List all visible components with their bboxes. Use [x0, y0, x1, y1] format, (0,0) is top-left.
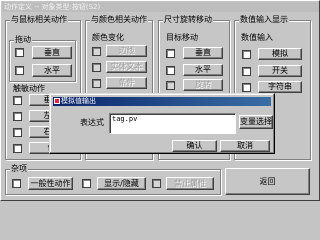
dialog-titlebar: 模拟值输出 — [53, 97, 271, 106]
expression-input[interactable]: tag.pv — [109, 113, 236, 134]
misc-group: 杂项 一般性动作 显示/隐藏 禁止属性 — [5, 164, 221, 195]
analog-checkbox[interactable] — [242, 50, 251, 59]
size-group-title: 尺寸旋转移动 — [163, 15, 213, 25]
rotate-button[interactable]: 旋转 — [183, 79, 223, 91]
action-definition-window: 动作定义 -- 对象类型:按钮(S2) 与鼠标相关动作 拖动 垂直 水平 触敏动… — [0, 0, 320, 201]
color-group-title: 与颜色相关动作 — [90, 15, 148, 25]
expression-label: 表达式 — [80, 118, 104, 127]
color-1-checkbox[interactable] — [92, 47, 101, 56]
color-2-checkbox[interactable] — [92, 63, 101, 72]
analog-button[interactable]: 模拟 — [258, 48, 302, 60]
misc-group-title: 杂项 — [10, 164, 28, 174]
color-2-button[interactable]: 实体文本 — [106, 61, 147, 73]
string-checkbox[interactable] — [242, 83, 251, 92]
cancel-button[interactable]: 取消 — [220, 140, 270, 152]
move-vertical-checkbox[interactable] — [166, 49, 175, 58]
return-button[interactable]: 返回 — [225, 168, 310, 195]
move-horizontal-button[interactable]: 水平 — [183, 64, 223, 76]
drag-vertical-checkbox[interactable] — [15, 48, 24, 57]
switch-button[interactable]: 开关 — [258, 65, 302, 77]
drag-horizontal-button[interactable]: 水平 — [32, 64, 72, 77]
touch-1-checkbox[interactable] — [13, 96, 22, 105]
move-horizontal-checkbox[interactable] — [166, 66, 175, 75]
rotate-checkbox[interactable] — [166, 81, 175, 90]
general-action-button[interactable]: 一般性动作 — [28, 177, 73, 190]
disable-attr-button[interactable]: 禁止属性 — [166, 177, 214, 190]
touch-2-checkbox[interactable] — [13, 112, 22, 121]
color-1-button[interactable]: 边线 — [106, 45, 147, 57]
general-action-checkbox[interactable] — [12, 179, 21, 188]
numeric-group-title: 数值输入显示 — [239, 15, 289, 25]
analog-output-dialog: 模拟值输出 表达式 tag.pv 变量选择 确认 取消 — [49, 93, 275, 154]
variable-select-button[interactable]: 变量选择 — [239, 115, 273, 129]
show-hide-button[interactable]: 显示/隐藏 — [97, 177, 146, 190]
touch-title: 触敏动作 — [13, 84, 45, 93]
app-icon — [54, 98, 60, 104]
color-3-checkbox[interactable] — [92, 79, 101, 88]
move-vertical-button[interactable]: 垂直 — [183, 47, 223, 59]
drag-vertical-button[interactable]: 垂直 — [32, 46, 72, 59]
ok-button[interactable]: 确认 — [172, 140, 217, 152]
numeric-input-title: 数值输入 — [241, 33, 273, 42]
string-button[interactable]: 字符串 — [258, 81, 302, 93]
show-hide-checkbox[interactable] — [82, 179, 91, 188]
dialog-title: 模拟值输出 — [61, 97, 96, 105]
disable-attr-checkbox[interactable] — [152, 179, 161, 188]
touch-3-checkbox[interactable] — [13, 128, 22, 137]
color-change-title: 颜色变化 — [92, 33, 124, 42]
window-title: 动作定义 -- 对象类型:按钮(S2) — [2, 2, 319, 12]
drag-horizontal-checkbox[interactable] — [15, 66, 24, 75]
target-move-title: 目标移动 — [166, 33, 198, 42]
drag-title: 拖动 — [14, 35, 32, 45]
mouse-group-title: 与鼠标相关动作 — [10, 15, 68, 25]
drag-subgroup: 拖动 垂直 水平 — [9, 35, 76, 82]
touch-4-checkbox[interactable] — [13, 144, 22, 153]
color-3-button[interactable]: 条件 — [106, 77, 147, 89]
switch-checkbox[interactable] — [242, 67, 251, 76]
